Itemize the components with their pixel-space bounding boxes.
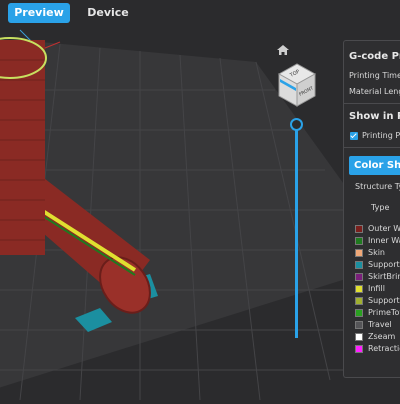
material-length-label: Material Lengt [349,87,400,96]
structure-type-label: Structure Ty [355,182,400,191]
legend-label: Infill [368,284,385,293]
color-scheme-button[interactable]: Color Sho [349,156,400,175]
legend-label: Skin [368,248,386,257]
divider [344,103,400,104]
legend-swatch [355,321,363,329]
printing-plate-label: Printing Pla [362,131,400,140]
legend-label: PrimeTow [368,308,400,317]
legend-swatch [355,261,363,269]
legend-label: Support [368,260,400,269]
legend-label: SkirtBrim [368,272,400,281]
legend-label: Zseam [368,332,396,341]
tab-device[interactable]: Device [84,3,132,23]
legend-label: Outer Wa [368,224,400,233]
view-cube-icon[interactable]: TOP FRONT [271,60,323,110]
home-icon[interactable] [276,42,290,56]
top-bar: Preview Device [0,0,400,28]
legend-swatch [355,273,363,281]
type-header: Type [371,203,390,212]
printing-plate-checkbox[interactable] [350,132,358,140]
divider [344,147,400,148]
3d-viewport[interactable] [0,0,400,401]
printing-time-label: Printing Time: [349,71,400,80]
show-in-title: Show in Pr [349,111,400,122]
legend-swatch [355,249,363,257]
legend-swatch [355,237,363,245]
model-column [0,40,45,255]
legend-swatch [355,309,363,317]
legend-label: Inner Wa [368,236,400,245]
legend-swatch [355,297,363,305]
legend-label: Travel [368,320,392,329]
legend-swatch [355,225,363,233]
layer-slider-track[interactable] [295,124,298,338]
tab-preview[interactable]: Preview [8,3,70,23]
scene-canvas [0,29,400,401]
legend-label: SupportI [368,296,400,305]
gcode-preview-panel: G-code Pre Printing Time: Material Lengt… [343,40,400,378]
legend-swatch [355,345,363,353]
panel-title: G-code Pre [349,51,400,62]
legend-label: Retractio [368,344,400,353]
legend-swatch [355,285,363,293]
layer-slider-handle[interactable] [290,118,303,131]
legend-swatch [355,333,363,341]
